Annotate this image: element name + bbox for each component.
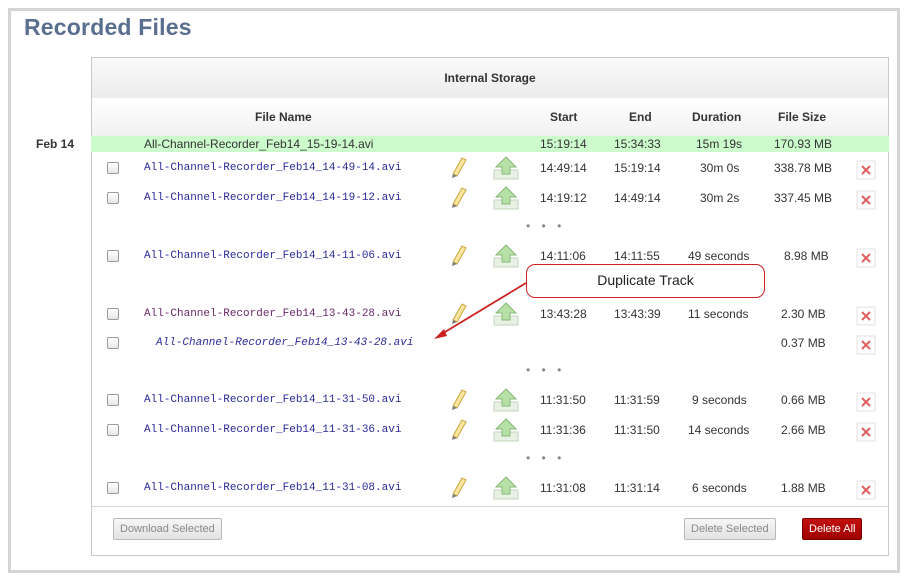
row-checkbox[interactable] bbox=[107, 250, 119, 262]
delete-x-icon[interactable] bbox=[856, 422, 876, 447]
row-gap-ellipsis: • • • bbox=[526, 219, 566, 233]
start-time: 13:43:28 bbox=[540, 307, 587, 321]
table-row: All-Channel-Recorder_Feb14_14-49-14.avi … bbox=[91, 156, 889, 180]
delete-x-icon[interactable] bbox=[856, 480, 876, 505]
pencil-icon[interactable] bbox=[450, 388, 468, 415]
delete-x-icon[interactable] bbox=[856, 335, 876, 360]
start-time: 14:11:06 bbox=[540, 249, 586, 263]
pencil-icon[interactable] bbox=[450, 302, 468, 329]
footer-divider bbox=[91, 506, 889, 507]
duration: 14 seconds bbox=[688, 423, 750, 437]
delete-selected-button[interactable]: Delete Selected bbox=[684, 518, 776, 540]
delete-x-icon[interactable] bbox=[856, 306, 876, 331]
start-time: 11:31:50 bbox=[540, 393, 586, 407]
duration: 6 seconds bbox=[692, 481, 747, 495]
file-size: 0.66 MB bbox=[781, 393, 826, 407]
delete-all-button[interactable]: Delete All bbox=[802, 518, 863, 540]
start-time: 11:31:36 bbox=[540, 423, 586, 437]
column-header-file-name[interactable]: File Name bbox=[255, 98, 312, 136]
delete-x-icon[interactable] bbox=[856, 160, 876, 185]
duration: 15m 19s bbox=[696, 137, 743, 151]
delete-x-icon[interactable] bbox=[856, 190, 876, 215]
end-time: 11:31:14 bbox=[614, 481, 660, 495]
file-size: 0.37 MB bbox=[781, 336, 826, 350]
table-row: All-Channel-Recorder_Feb14_14-19-12.avi … bbox=[91, 186, 889, 210]
row-gap-ellipsis: • • • bbox=[526, 363, 566, 377]
file-size: 8.98 MB bbox=[784, 249, 829, 263]
row-checkbox[interactable] bbox=[107, 162, 119, 174]
start-time: 14:49:14 bbox=[540, 161, 587, 175]
end-time: 15:19:14 bbox=[614, 161, 661, 175]
table-row: All-Channel-Recorder_Feb14_11-31-50.avi … bbox=[91, 388, 889, 412]
duration: 30m 2s bbox=[700, 191, 740, 205]
row-checkbox[interactable] bbox=[107, 424, 119, 436]
duplicate-track-link[interactable]: All-Channel-Recorder_Feb14_13-43-28.avi bbox=[156, 337, 413, 349]
file-link[interactable]: All-Channel-Recorder_Feb14_11-31-50.avi bbox=[144, 394, 401, 406]
end-time: 13:43:39 bbox=[614, 307, 661, 321]
date-group-label: Feb 14 bbox=[36, 137, 75, 151]
file-size: 1.88 MB bbox=[781, 481, 826, 495]
file-size: 338.78 MB bbox=[774, 161, 833, 175]
row-checkbox[interactable] bbox=[107, 192, 119, 204]
upload-arrow-icon[interactable] bbox=[493, 302, 519, 331]
file-link[interactable]: All-Channel-Recorder_Feb14_13-43-28.avi bbox=[144, 308, 401, 320]
pencil-icon[interactable] bbox=[450, 244, 468, 271]
page-title: Recorded Files bbox=[24, 14, 192, 40]
table-row: All-Channel-Recorder_Feb14_11-31-08.avi … bbox=[91, 476, 889, 500]
delete-x-icon[interactable] bbox=[856, 392, 876, 417]
pencil-icon[interactable] bbox=[450, 476, 468, 503]
end-time: 11:31:50 bbox=[614, 423, 660, 437]
download-selected-button[interactable]: Download Selected bbox=[113, 518, 222, 540]
table-row: All-Channel-Recorder_Feb14_14-11-06.avi … bbox=[91, 244, 889, 268]
row-checkbox[interactable] bbox=[107, 482, 119, 494]
upload-arrow-icon[interactable] bbox=[493, 186, 519, 215]
pencil-icon[interactable] bbox=[450, 186, 468, 213]
start-time: 11:31:08 bbox=[540, 481, 586, 495]
file-size: 2.66 MB bbox=[781, 423, 826, 437]
pencil-icon[interactable] bbox=[450, 156, 468, 183]
column-headers: File Name Start End Duration File Size bbox=[92, 98, 888, 137]
upload-arrow-icon[interactable] bbox=[493, 388, 519, 417]
end-time: 14:49:14 bbox=[614, 191, 661, 205]
table-row: All-Channel-Recorder_Feb14_13-43-28.avi … bbox=[91, 302, 889, 326]
upload-arrow-icon[interactable] bbox=[493, 156, 519, 185]
table-row: All-Channel-Recorder_Feb14_13-43-28.avi … bbox=[91, 331, 889, 355]
column-header-file-size[interactable]: File Size bbox=[778, 98, 826, 136]
file-link[interactable]: All-Channel-Recorder_Feb14_14-11-06.avi bbox=[144, 250, 401, 262]
file-link[interactable]: All-Channel-Recorder_Feb14_11-31-08.avi bbox=[144, 482, 401, 494]
row-checkbox[interactable] bbox=[107, 337, 119, 349]
row-gap-ellipsis: • • • bbox=[526, 451, 566, 465]
row-checkbox[interactable] bbox=[107, 308, 119, 320]
duplicate-track-callout: Duplicate Track bbox=[526, 264, 765, 298]
upload-arrow-icon[interactable] bbox=[493, 244, 519, 273]
upload-arrow-icon[interactable] bbox=[493, 418, 519, 447]
file-name: All-Channel-Recorder_Feb14_15-19-14.avi bbox=[144, 137, 374, 151]
column-header-duration[interactable]: Duration bbox=[692, 98, 741, 136]
file-link[interactable]: All-Channel-Recorder_Feb14_11-31-36.avi bbox=[144, 424, 401, 436]
delete-x-icon[interactable] bbox=[856, 248, 876, 273]
table-row: All-Channel-Recorder_Feb14_11-31-36.avi … bbox=[91, 418, 889, 442]
table-row: All-Channel-Recorder_Feb14_15-19-14.avi … bbox=[91, 136, 889, 152]
duration: 30m 0s bbox=[700, 161, 740, 175]
end-time: 11:31:59 bbox=[614, 393, 660, 407]
file-link[interactable]: All-Channel-Recorder_Feb14_14-49-14.avi bbox=[144, 162, 401, 174]
start-time: 14:19:12 bbox=[540, 191, 587, 205]
pencil-icon[interactable] bbox=[450, 418, 468, 445]
duration: 9 seconds bbox=[692, 393, 747, 407]
column-header-end[interactable]: End bbox=[629, 98, 652, 136]
end-time: 14:11:55 bbox=[614, 249, 660, 263]
upload-arrow-icon[interactable] bbox=[493, 476, 519, 505]
end-time: 15:34:33 bbox=[614, 137, 661, 151]
file-size: 170.93 MB bbox=[774, 137, 833, 151]
column-header-start[interactable]: Start bbox=[550, 98, 577, 136]
start-time: 15:19:14 bbox=[540, 137, 587, 151]
duration: 49 seconds bbox=[688, 249, 750, 263]
row-checkbox[interactable] bbox=[107, 394, 119, 406]
storage-header: Internal Storage bbox=[92, 58, 888, 99]
file-size: 337.45 MB bbox=[774, 191, 833, 205]
file-link[interactable]: All-Channel-Recorder_Feb14_14-19-12.avi bbox=[144, 192, 401, 204]
file-size: 2.30 MB bbox=[781, 307, 826, 321]
duration: 11 seconds bbox=[688, 307, 749, 321]
